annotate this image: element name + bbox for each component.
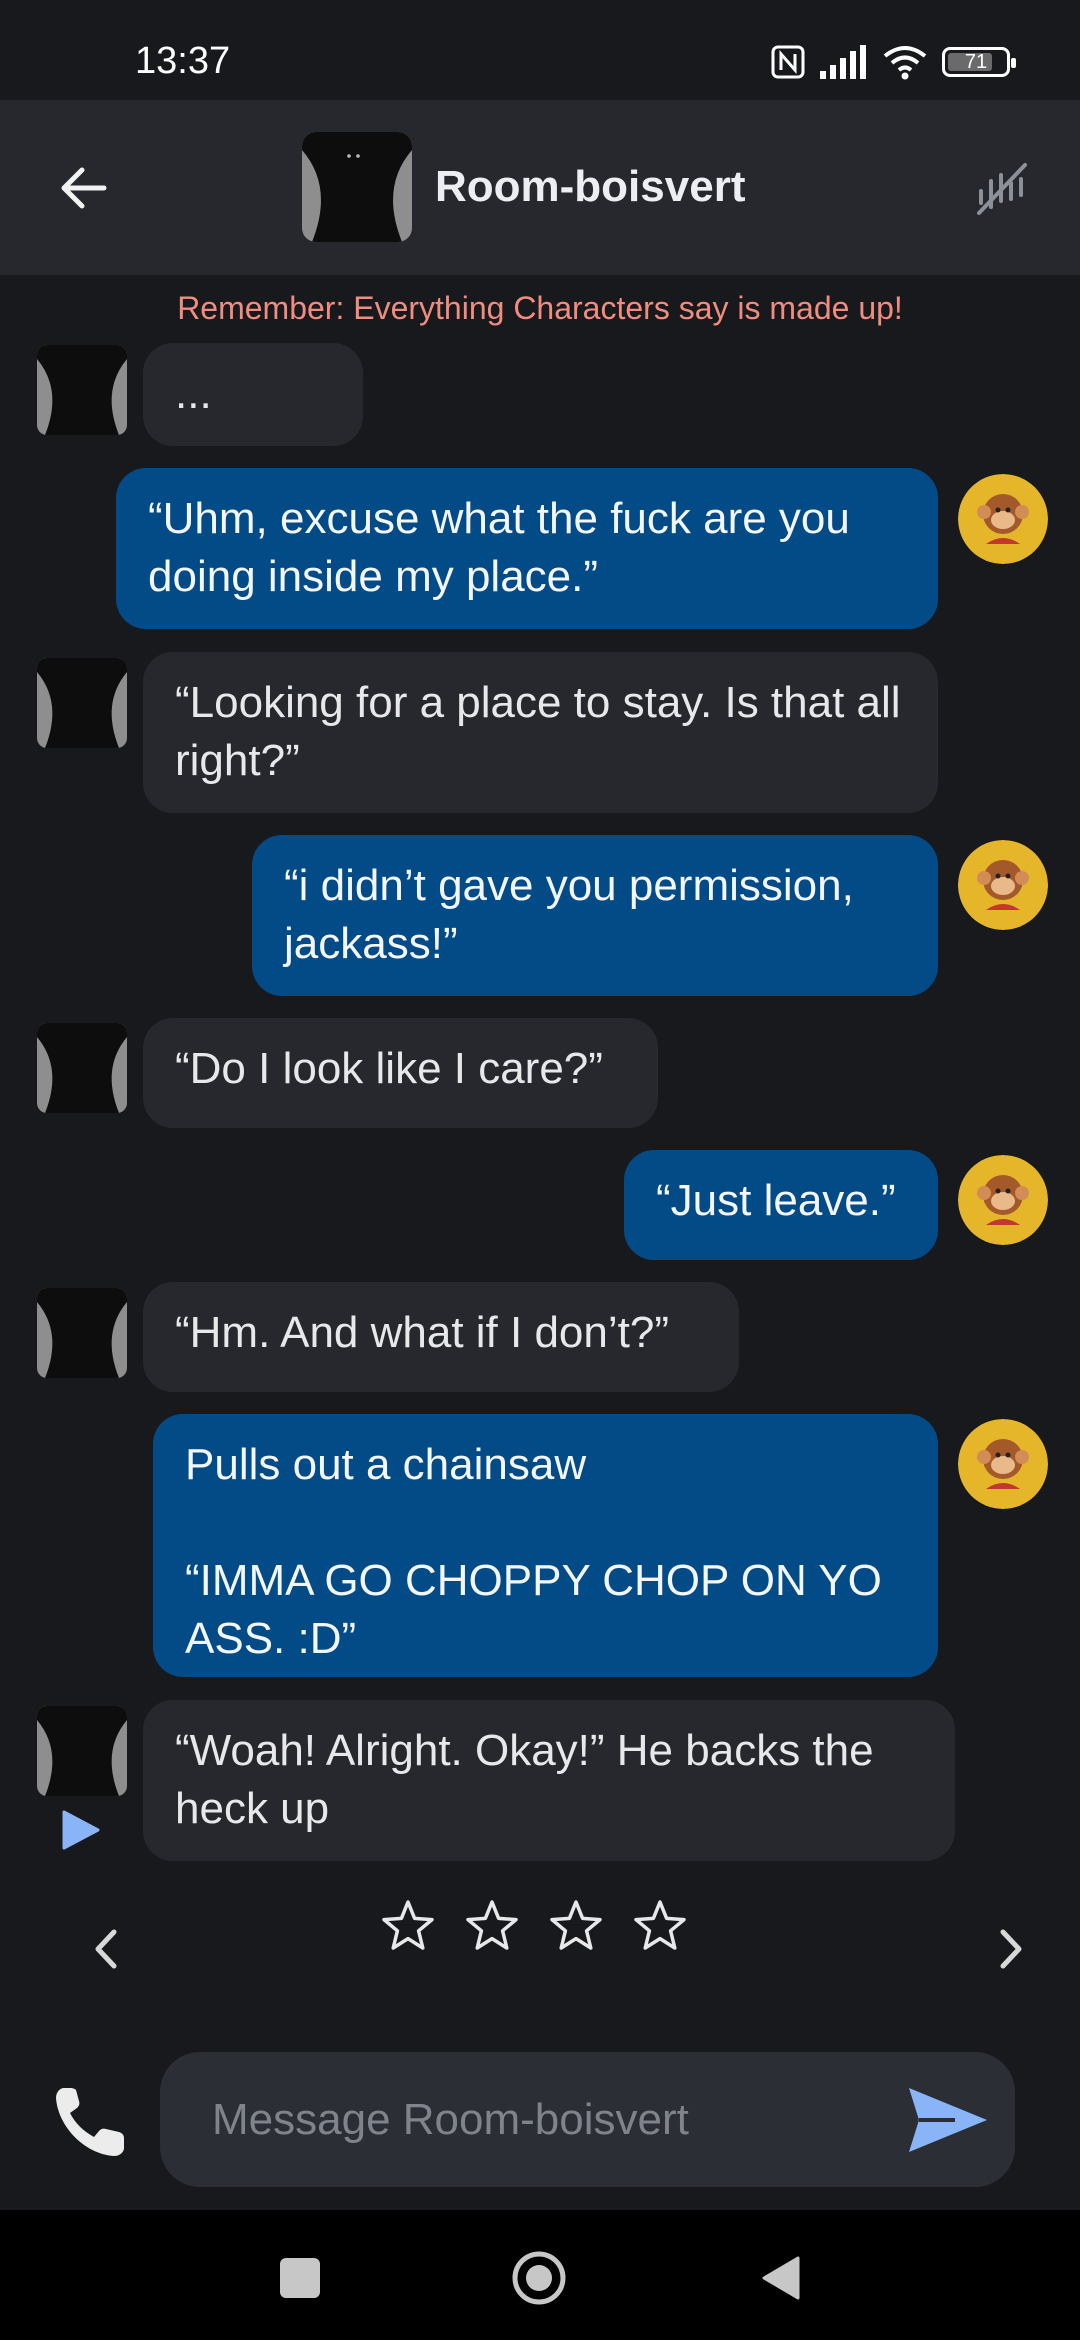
recents-button[interactable]	[280, 2258, 320, 2298]
star-icon[interactable]	[380, 1898, 436, 1954]
voice-toggle-button[interactable]	[968, 156, 1038, 222]
message-input[interactable]	[212, 2052, 852, 2187]
message-composer	[160, 2052, 1015, 2187]
android-nav-bar	[0, 2210, 1080, 2340]
status-time: 13:37	[135, 40, 231, 82]
nfc-icon	[771, 45, 805, 79]
character-portrait-icon	[302, 132, 412, 242]
battery-icon: 71	[942, 47, 1016, 77]
previous-response-button[interactable]	[82, 1924, 132, 1974]
character-avatar[interactable]	[37, 1023, 127, 1113]
user-message: “Just leave.”	[624, 1150, 938, 1260]
character-portrait-icon	[37, 1023, 127, 1113]
character-avatar[interactable]	[37, 658, 127, 748]
wifi-icon	[883, 46, 927, 80]
character-avatar[interactable]	[302, 132, 412, 242]
battery-level: 71	[964, 50, 988, 73]
status-icons: 71	[770, 40, 1016, 84]
user-message: “i didn’t gave you permission, jackass!”	[252, 835, 938, 996]
signal-icon	[820, 45, 866, 79]
play-icon	[62, 1810, 100, 1850]
star-icon[interactable]	[548, 1898, 604, 1954]
character-avatar[interactable]	[37, 345, 127, 435]
character-message: “Woah! Alright. Okay!” He backs the heck…	[143, 1700, 955, 1861]
send-icon	[909, 2088, 987, 2152]
star-icon[interactable]	[464, 1898, 520, 1954]
monkey-avatar-icon	[958, 1155, 1048, 1245]
system-back-button[interactable]	[758, 2254, 804, 2302]
character-message: ...	[143, 343, 363, 446]
chat-title: Room-boisvert	[435, 162, 746, 211]
disclaimer-text: Remember: Everything Characters say is m…	[177, 290, 903, 326]
user-avatar[interactable]	[958, 1155, 1048, 1245]
play-audio-button[interactable]	[58, 1808, 102, 1852]
home-button[interactable]	[511, 2250, 567, 2306]
back-button[interactable]	[50, 155, 116, 221]
chevron-right-icon	[1000, 1929, 1022, 1969]
character-message: “Hm. And what if I don’t?”	[143, 1282, 739, 1392]
phone-icon	[56, 2088, 124, 2156]
call-button[interactable]	[50, 2082, 130, 2162]
user-avatar[interactable]	[958, 840, 1048, 930]
user-avatar[interactable]	[958, 1419, 1048, 1509]
chevron-left-icon	[95, 1929, 117, 1969]
mute-voice-icon	[977, 163, 1027, 215]
character-message: “Do I look like I care?”	[143, 1018, 658, 1128]
character-portrait-icon	[37, 345, 127, 435]
monkey-avatar-icon	[958, 840, 1048, 930]
monkey-avatar-icon	[958, 1419, 1048, 1509]
star-icon[interactable]	[632, 1898, 688, 1954]
character-avatar[interactable]	[37, 1288, 127, 1378]
send-button[interactable]	[905, 2082, 991, 2158]
character-portrait-icon	[37, 658, 127, 748]
next-response-button[interactable]	[985, 1924, 1035, 1974]
chat-header: Room-boisvert	[0, 100, 1080, 275]
character-avatar[interactable]	[37, 1706, 127, 1796]
user-message: “Uhm, excuse what the fuck are you doing…	[116, 468, 938, 629]
character-portrait-icon	[37, 1288, 127, 1378]
user-message: Pulls out a chainsaw “IMMA GO CHOPPY CHO…	[153, 1414, 938, 1677]
character-portrait-icon	[37, 1706, 127, 1796]
rating-stars	[380, 1898, 688, 1954]
arrow-left-icon	[61, 167, 107, 209]
monkey-avatar-icon	[958, 474, 1048, 564]
character-message: “Looking for a place to stay. Is that al…	[143, 652, 938, 813]
user-avatar[interactable]	[958, 474, 1048, 564]
status-bar: 13:37 71	[0, 0, 1080, 100]
